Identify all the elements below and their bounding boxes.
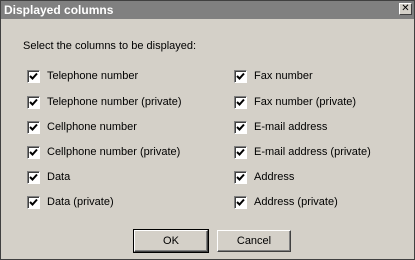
checkbox-box[interactable] [234, 120, 247, 134]
checkbox-address-private[interactable]: Address (private) [234, 195, 338, 209]
checkbox-box[interactable] [234, 145, 247, 159]
checkbox-box[interactable] [234, 69, 247, 83]
checkbox-email-address-private[interactable]: E-mail address (private) [234, 145, 371, 159]
checkmark-icon [29, 72, 38, 80]
checkmark-icon [236, 148, 245, 156]
checkbox-box[interactable] [27, 95, 40, 109]
checkbox-label: Address (private) [254, 196, 338, 208]
checkbox-box[interactable] [234, 170, 247, 184]
checkmark-icon [29, 173, 38, 181]
close-button[interactable]: ✕ [399, 3, 412, 15]
checkbox-box[interactable] [27, 120, 40, 134]
checkmark-icon [29, 98, 38, 106]
checkbox-label: Cellphone number (private) [47, 146, 181, 158]
checkbox-label: Data (private) [47, 196, 114, 208]
checkmark-icon [236, 123, 245, 131]
checkbox-box[interactable] [27, 195, 40, 209]
checkbox-label: E-mail address (private) [254, 146, 371, 158]
checkbox-box[interactable] [27, 170, 40, 184]
checkbox-box[interactable] [234, 95, 247, 109]
checkbox-box[interactable] [234, 195, 247, 209]
checkbox-address[interactable]: Address [234, 170, 294, 184]
checkbox-cellphone-number-private[interactable]: Cellphone number (private) [27, 145, 180, 159]
checkbox-telephone-number[interactable]: Telephone number [27, 69, 138, 83]
checkbox-label: Fax number (private) [254, 96, 357, 108]
checkbox-data[interactable]: Data [27, 170, 70, 184]
close-icon: ✕ [401, 3, 410, 14]
checkbox-label: Fax number [254, 70, 313, 82]
cancel-button[interactable]: Cancel [217, 230, 291, 252]
checkbox-fax-number[interactable]: Fax number [234, 69, 313, 83]
checkbox-email-address[interactable]: E-mail address [234, 120, 327, 134]
checkbox-box[interactable] [27, 145, 40, 159]
displayed-columns-dialog: Displayed columns ✕ Select the columns t… [0, 0, 415, 260]
checkbox-fax-number-private[interactable]: Fax number (private) [234, 95, 356, 109]
checkbox-label: Cellphone number [47, 121, 137, 133]
checkbox-label: Address [254, 171, 295, 183]
checkmark-icon [236, 98, 245, 106]
checkbox-cellphone-number[interactable]: Cellphone number [27, 120, 137, 134]
checkbox-data-private[interactable]: Data (private) [27, 195, 114, 209]
checkbox-box[interactable] [27, 69, 40, 83]
ok-button[interactable]: OK [133, 229, 209, 253]
instructions-text: Select the columns to be displayed: [23, 40, 197, 52]
checkbox-label: Data [47, 171, 71, 183]
checkbox-label: E-mail address [254, 121, 328, 133]
checkmark-icon [29, 198, 38, 206]
checkmark-icon [236, 198, 245, 206]
checkmark-icon [236, 72, 245, 80]
dialog-title: Displayed columns [4, 3, 114, 17]
checkmark-icon [236, 173, 245, 181]
checkmark-icon [29, 148, 38, 156]
checkbox-telephone-number-private[interactable]: Telephone number (private) [27, 95, 182, 109]
title-bar[interactable]: Displayed columns ✕ [1, 1, 414, 19]
checkbox-label: Telephone number [47, 70, 139, 82]
checkmark-icon [29, 123, 38, 131]
checkbox-label: Telephone number (private) [47, 96, 182, 108]
